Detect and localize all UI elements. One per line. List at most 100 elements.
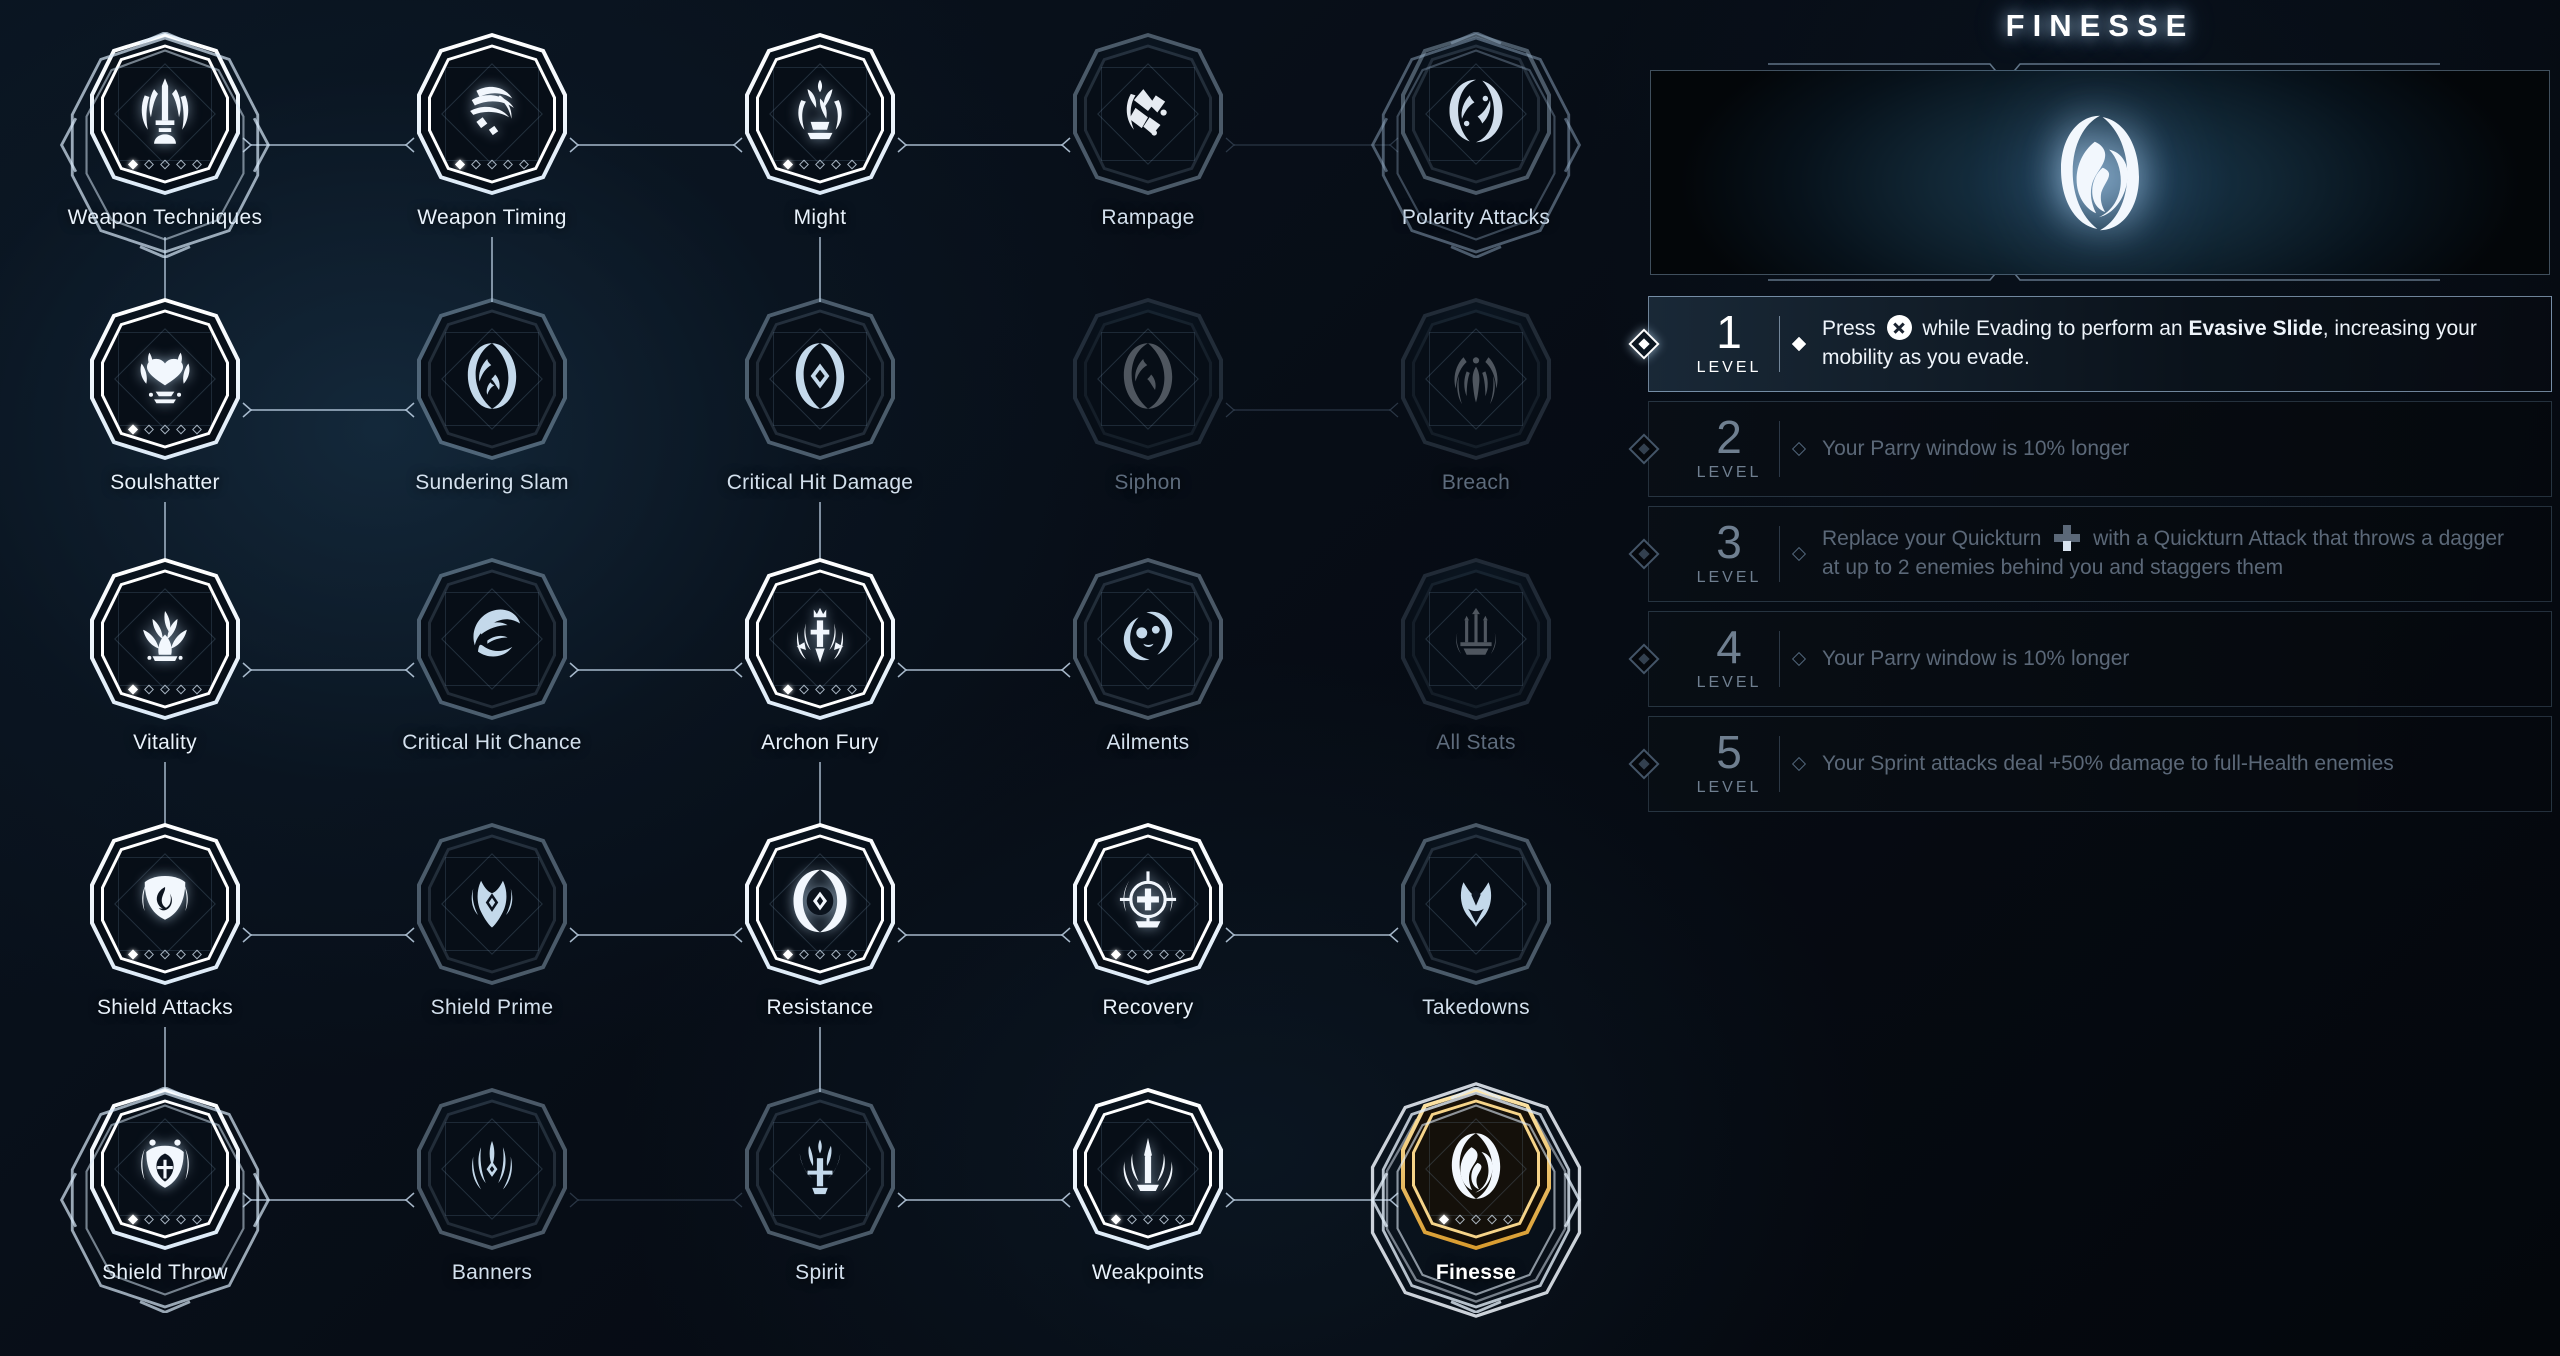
skill-level-row-1[interactable]: 1 LEVEL Press while Evading to perform an … (1628, 296, 2552, 392)
trident-wings-icon (126, 72, 204, 150)
finesse-swirl-icon (2035, 108, 2165, 238)
skill-node-archon-fury[interactable]: Archon Fury (705, 555, 935, 785)
heart-crystal-icon (126, 337, 204, 415)
skill-node-label: Shield Attacks (96, 996, 234, 1019)
skill-node-label: Polarity Attacks (1401, 206, 1551, 229)
skill-node-label: Critical Hit Damage (726, 471, 914, 494)
skill-node-polarity-attacks[interactable]: Polarity Attacks (1361, 30, 1591, 260)
skill-node-ailments[interactable]: Ailments (1033, 555, 1263, 785)
skill-node-vitality[interactable]: Vitality (50, 555, 280, 785)
node-level-pips (128, 1214, 202, 1225)
x-button-icon (1886, 315, 1912, 341)
level-pip (1439, 1214, 1449, 1225)
skill-node-siphon[interactable]: Siphon (1033, 295, 1263, 525)
node-frame (81, 1085, 249, 1253)
level-divider (1779, 316, 1780, 372)
node-frame (408, 1085, 576, 1253)
shield-gem-icon (453, 862, 531, 940)
skill-node-shield-throw[interactable]: Shield Throw (50, 1085, 280, 1315)
level-pip (192, 949, 202, 960)
skill-node-soulshatter[interactable]: Soulshatter (50, 295, 280, 525)
skill-node-recovery[interactable]: Recovery (1033, 820, 1263, 1050)
skill-node-weapon-techniques[interactable]: Weapon Techniques (50, 30, 280, 260)
skill-node-label: Critical Hit Chance (402, 731, 582, 754)
node-level-pips (1439, 1214, 1513, 1225)
level-pip (831, 949, 841, 960)
skill-node-label: Shield Prime (430, 996, 554, 1019)
finesse-swirl-icon (1437, 1127, 1515, 1205)
node-frame (1064, 295, 1232, 463)
skill-node-label: Siphon (1114, 471, 1182, 494)
skill-node-critical-hit-damage[interactable]: Critical Hit Damage (705, 295, 935, 525)
level-pip (1159, 949, 1169, 960)
portrait-frame (1650, 70, 2550, 275)
level-number: 1 (1716, 306, 1742, 359)
skill-node-rampage[interactable]: Rampage (1033, 30, 1263, 260)
level-pip (1175, 949, 1185, 960)
skill-node-shield-prime[interactable]: Shield Prime (377, 820, 607, 1050)
skill-node-label: Shield Throw (102, 1261, 228, 1284)
level-description: Your Sprint attacks deal +50% damage to … (1822, 751, 2394, 775)
node-frame (1392, 820, 1560, 988)
node-frame (736, 820, 904, 988)
skill-level-row-4[interactable]: 4 LEVEL Your Parry window is 10% longer (1628, 611, 2552, 707)
node-level-pips (1111, 1214, 1185, 1225)
skill-node-might[interactable]: Might (705, 30, 935, 260)
skill-node-resistance[interactable]: Resistance (705, 820, 935, 1050)
level-pip (1143, 949, 1153, 960)
skill-node-sundering-slam[interactable]: Sundering Slam (377, 295, 607, 525)
skill-node-weakpoints[interactable]: Weakpoints (1033, 1085, 1263, 1315)
skill-node-takedowns[interactable]: Takedowns (1361, 820, 1591, 1050)
skill-node-spirit[interactable]: Spirit (705, 1085, 935, 1315)
level-pip (128, 159, 138, 170)
leaf-swirl-icon (453, 597, 531, 675)
level-divider (1779, 631, 1780, 687)
fang-crest-icon (1437, 862, 1515, 940)
node-frame (81, 555, 249, 723)
shield-rose-icon (126, 862, 204, 940)
shard-burst-icon (1109, 72, 1187, 150)
level-pip (1487, 1214, 1497, 1225)
level-pip (192, 159, 202, 170)
skill-node-label: Weakpoints (1091, 1261, 1205, 1284)
level-pip (847, 159, 857, 170)
node-frame (736, 555, 904, 723)
node-frame (736, 30, 904, 198)
skill-node-weapon-timing[interactable]: Weapon Timing (377, 30, 607, 260)
skill-portrait (1650, 52, 2550, 292)
node-frame (408, 295, 576, 463)
skill-level-row-3[interactable]: 3 LEVEL Replace your Quickturn with a Quic… (1628, 506, 2552, 602)
skill-node-shield-attacks[interactable]: Shield Attacks (50, 820, 280, 1050)
level-number-box: 2 LEVEL (1683, 414, 1775, 482)
level-pip (1175, 1214, 1185, 1225)
level-pip (176, 949, 186, 960)
skill-detail-panel: FINESSE 1 LEVEL Press while Evading to p… (1628, 0, 2560, 1356)
level-pip (128, 1214, 138, 1225)
lotus-icon (126, 597, 204, 675)
level-bullet-diamond (1791, 651, 1807, 667)
level-description: Your Parry window is 10% longer (1822, 646, 2130, 670)
level-bullet-diamond (1791, 336, 1807, 352)
shield-throw-icon (126, 1127, 204, 1205)
skill-node-all-stats[interactable]: All Stats (1361, 555, 1591, 785)
skill-level-row-2[interactable]: 2 LEVEL Your Parry window is 10% longer (1628, 401, 2552, 497)
node-level-pips (783, 159, 857, 170)
node-frame (736, 295, 904, 463)
skill-node-label: Ailments (1106, 731, 1190, 754)
level-pip (831, 684, 841, 695)
level-number-box: 3 LEVEL (1683, 519, 1775, 587)
spirit-figure-icon (781, 1127, 859, 1205)
skill-node-banners[interactable]: Banners (377, 1085, 607, 1315)
node-level-pips (783, 684, 857, 695)
level-divider (1779, 736, 1780, 792)
skill-node-finesse[interactable]: Finesse (1361, 1082, 1591, 1318)
skill-node-critical-hit-chance[interactable]: Critical Hit Chance (377, 555, 607, 785)
skill-node-label: Rampage (1101, 206, 1195, 229)
level-word: LEVEL (1696, 778, 1762, 796)
level-pip (160, 1214, 170, 1225)
emphasis-text: Evasive Slide (2188, 317, 2323, 341)
level-word: LEVEL (1696, 673, 1762, 691)
skill-node-breach[interactable]: Breach (1361, 295, 1591, 525)
skill-level-row-5[interactable]: 5 LEVEL Your Sprint attacks deal +50% dama… (1628, 716, 2552, 812)
level-pip (815, 684, 825, 695)
